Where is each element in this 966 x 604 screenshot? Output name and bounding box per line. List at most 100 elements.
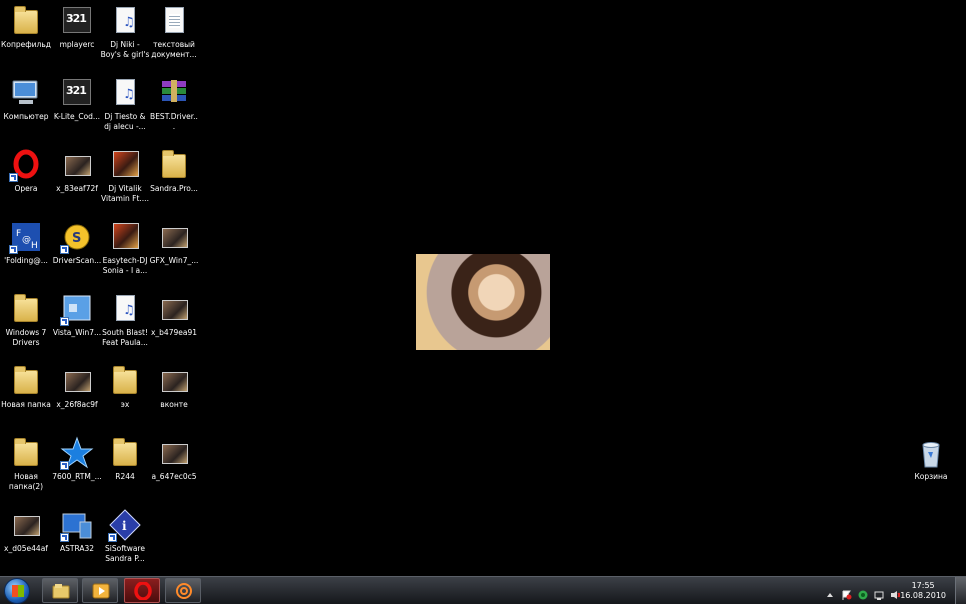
image-file-icon bbox=[157, 220, 191, 254]
desktop-icon-label: вконте bbox=[160, 400, 188, 409]
desktop-icon[interactable]: 7600_RTM_... bbox=[51, 436, 103, 482]
desktop-icon[interactable]: ♫ Dj Tiesto & dj alecu -... bbox=[99, 76, 151, 131]
wallpaper-photo-icon bbox=[416, 254, 550, 350]
desktop-icon[interactable]: 321 K-Lite_Cod... bbox=[51, 76, 103, 122]
shortcut-arrow-icon bbox=[60, 317, 69, 326]
desktop-icon[interactable]: 321 mplayerc bbox=[51, 4, 103, 50]
desktop-icon-label: 'Folding@... bbox=[4, 256, 48, 265]
desktop-icon-label: Новая папка bbox=[1, 400, 51, 409]
windows-start-icon[interactable] bbox=[4, 578, 30, 604]
desktop-icon[interactable]: Копрефильд bbox=[0, 4, 52, 50]
audio-file-icon: ♫ bbox=[108, 292, 142, 326]
desktop-icon-label: текстовый документ... bbox=[151, 40, 197, 59]
desktop-icon[interactable]: Компьютер bbox=[0, 76, 52, 122]
folder-icon bbox=[9, 436, 43, 470]
desktop-icon-label: x_b479ea91 bbox=[150, 328, 198, 337]
computer-icon bbox=[9, 76, 43, 110]
show-hidden-icons-arrow-icon[interactable] bbox=[826, 585, 834, 597]
opera-icon bbox=[9, 148, 43, 182]
taskbar: 17:55 16.08.2010 bbox=[0, 576, 966, 604]
desktop-icon-recycle-bin[interactable]: Корзина bbox=[905, 436, 957, 482]
desktop-icon[interactable]: Новая папка bbox=[0, 364, 52, 410]
sisoftware-sandra-icon: i bbox=[108, 508, 142, 542]
desktop-icon[interactable]: Windows 7 Drivers bbox=[0, 292, 52, 347]
desktop-icon-label: Easytech-DJ Sonia - I a... bbox=[102, 256, 148, 275]
star-logo-icon bbox=[60, 436, 94, 470]
desktop-icon[interactable]: Easytech-DJ Sonia - I a... bbox=[99, 220, 151, 275]
desktop-icon[interactable]: Новая папка(2) bbox=[0, 436, 52, 491]
desktop-icon[interactable]: GFX_Win7_... bbox=[148, 220, 200, 266]
windows-media-player-icon bbox=[92, 583, 110, 599]
svg-text:@: @ bbox=[22, 235, 31, 245]
show-desktop-button[interactable] bbox=[955, 577, 966, 604]
desktop-icon-label: Dj Niki - Boy's & girl's bbox=[100, 40, 150, 59]
media-player-classic-icon: 321 bbox=[60, 76, 94, 110]
desktop-icon-label: Корзина bbox=[914, 472, 948, 481]
image-file-icon bbox=[157, 292, 191, 326]
clock-date: 16.08.2010 bbox=[900, 591, 946, 600]
desktop-icon[interactable]: S DriverScan... bbox=[51, 220, 103, 266]
desktop-icon[interactable]: Vista_Win7... bbox=[51, 292, 103, 338]
audio-album-icon bbox=[108, 220, 142, 254]
system-clock[interactable]: 17:55 16.08.2010 bbox=[900, 581, 946, 601]
shortcut-arrow-icon bbox=[60, 245, 69, 254]
clock-time: 17:55 bbox=[911, 581, 935, 590]
desktop-icon[interactable]: x_d05e44af bbox=[0, 508, 52, 554]
desktop-icon-label: GFX_Win7_... bbox=[149, 256, 199, 265]
svg-text:H: H bbox=[31, 241, 38, 251]
image-file-icon bbox=[157, 364, 191, 398]
windows-explorer-icon bbox=[52, 584, 70, 599]
power-icon[interactable] bbox=[890, 585, 901, 599]
taskbar-button-opera[interactable] bbox=[124, 578, 160, 603]
desktop-icon-label: BEST.Driver... bbox=[150, 112, 198, 131]
desktop-icon-label: SiSoftware Sandra P... bbox=[105, 544, 145, 563]
vista-window-icon bbox=[60, 292, 94, 326]
desktop-icon[interactable]: Sandra.Pro... bbox=[148, 148, 200, 194]
folder-icon bbox=[108, 364, 142, 398]
desktop-icon[interactable]: F @ H 'Folding@... bbox=[0, 220, 52, 266]
desktop-icon[interactable]: x_b479ea91 bbox=[148, 292, 200, 338]
at-sign-mail-icon bbox=[176, 583, 192, 599]
shortcut-arrow-icon bbox=[60, 533, 69, 542]
taskbar-button-media-player[interactable] bbox=[82, 578, 118, 603]
desktop-icon[interactable]: R244 bbox=[99, 436, 151, 482]
desktop-icon-label: эх bbox=[120, 400, 130, 409]
desktop-icon-label: Dj Tiesto & dj alecu -... bbox=[104, 112, 146, 131]
desktop-icon-label: ASTRA32 bbox=[59, 544, 95, 553]
desktop-icon[interactable]: x_83eaf72f bbox=[51, 148, 103, 194]
desktop-icon[interactable]: i SiSoftware Sandra P... bbox=[99, 508, 151, 563]
taskbar-button-mail[interactable] bbox=[165, 578, 201, 603]
shortcut-arrow-icon bbox=[9, 245, 18, 254]
media-player-classic-icon: 321 bbox=[60, 4, 94, 38]
taskbar-button-explorer[interactable] bbox=[42, 578, 78, 603]
desktop-icon[interactable]: ASTRA32 bbox=[51, 508, 103, 554]
desktop-icon[interactable]: Opera bbox=[0, 148, 52, 194]
desktop-icon[interactable]: ♫ Dj Niki - Boy's & girl's bbox=[99, 4, 151, 59]
desktop-icon-label: R244 bbox=[115, 472, 135, 481]
desktop-icon-label: DriverScan... bbox=[52, 256, 102, 265]
opera-icon bbox=[134, 582, 152, 600]
desktop-icon[interactable]: ♫ South Blast! Feat Paula... bbox=[99, 292, 151, 347]
desktop[interactable]: Копрефильд 321 mplayerc ♫ Dj Niki - Boy's & … bbox=[0, 0, 966, 576]
desktop-icon[interactable]: a_647ec0c5 bbox=[148, 436, 200, 482]
network-icon[interactable] bbox=[858, 585, 868, 600]
desktop-icon[interactable]: вконте bbox=[148, 364, 200, 410]
desktop-icon-label: 7600_RTM_... bbox=[52, 472, 102, 481]
svg-text:S: S bbox=[72, 231, 81, 246]
winrar-archive-icon bbox=[157, 76, 191, 110]
shortcut-arrow-icon bbox=[108, 533, 117, 542]
desktop-icon[interactable]: текстовый документ... bbox=[148, 4, 200, 59]
desktop-icon[interactable]: Dj Vitalik Vitamin Ft.... bbox=[99, 148, 151, 203]
svg-text:F: F bbox=[16, 229, 21, 239]
audio-file-icon: ♫ bbox=[108, 76, 142, 110]
audio-file-icon: ♫ bbox=[108, 4, 142, 38]
desktop-icon-label: x_d05e44af bbox=[4, 544, 48, 553]
desktop-icon[interactable]: эх bbox=[99, 364, 151, 410]
action-center-flag-icon[interactable] bbox=[842, 585, 852, 600]
desktop-icon-label: mplayerc bbox=[59, 40, 95, 49]
desktop-icon[interactable]: BEST.Driver... bbox=[148, 76, 200, 131]
folder-icon bbox=[108, 436, 142, 470]
desktop-icon[interactable]: x_26f8ac9f bbox=[51, 364, 103, 410]
desktop-icon-label: a_647ec0c5 bbox=[151, 472, 197, 481]
volume-icon[interactable] bbox=[874, 585, 884, 600]
